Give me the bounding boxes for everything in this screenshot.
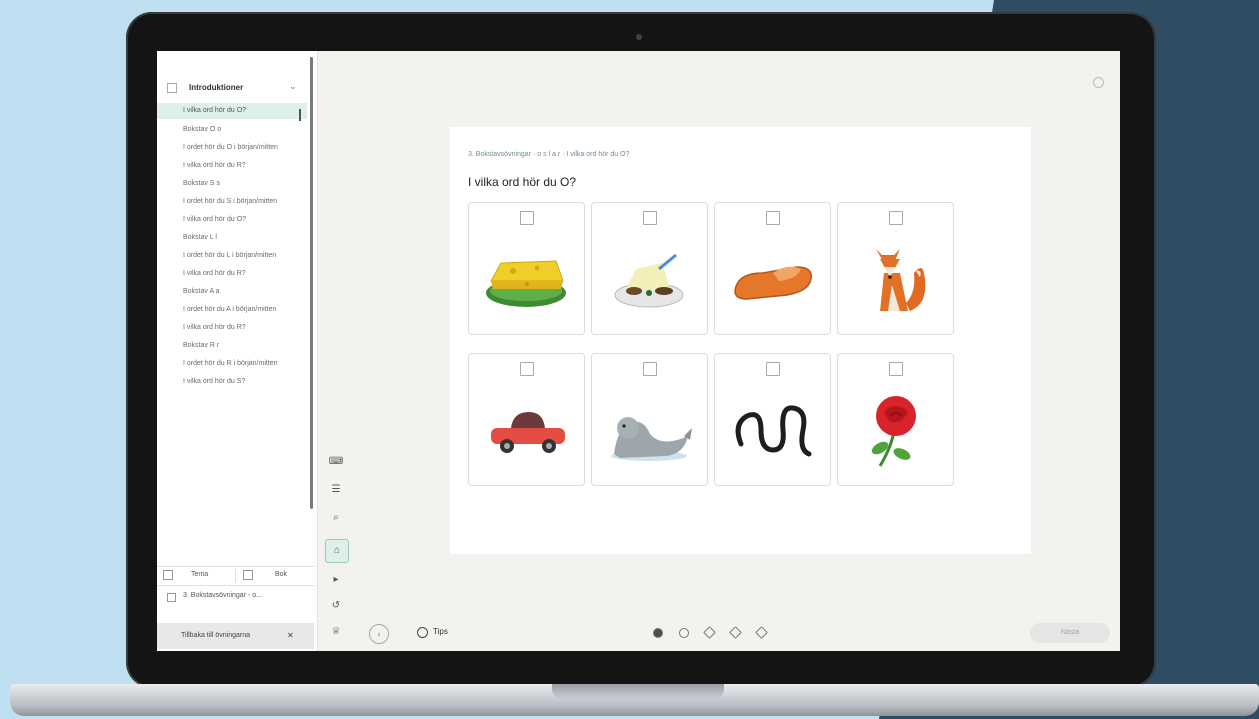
- sidebar-item[interactable]: I ordet hör du O i början/mitten: [157, 141, 307, 155]
- answer-checkbox[interactable]: [643, 211, 657, 225]
- chevron-down-icon: ⌄: [289, 81, 297, 91]
- seal-icon: [611, 417, 692, 461]
- answer-checkbox[interactable]: [766, 362, 780, 376]
- sidebar-item[interactable]: I ordet hör du A i början/mitten: [157, 303, 307, 317]
- sidebar-item[interactable]: I vilka ord hör du R?: [157, 159, 307, 173]
- menu-square-icon: [167, 83, 177, 93]
- answer-checkbox[interactable]: [643, 362, 657, 376]
- snake-icon: [735, 405, 812, 457]
- laptop-base-notch: [552, 684, 724, 699]
- sidebar-header[interactable]: Introduktioner ⌄: [157, 81, 307, 95]
- progress-step[interactable]: [703, 626, 716, 639]
- progress-step[interactable]: [653, 628, 663, 638]
- answer-checkbox[interactable]: [766, 211, 780, 225]
- sidebar-item[interactable]: I vilka ord hör du S?: [157, 375, 307, 389]
- sidebar-item[interactable]: I vilka ord hör du O?: [157, 213, 307, 227]
- tips-button[interactable]: Tips: [433, 627, 448, 636]
- answer-tile[interactable]: [837, 353, 954, 486]
- progress-step[interactable]: [679, 628, 689, 638]
- sidebar-item[interactable]: Bokstav A a: [157, 285, 307, 299]
- answer-tile[interactable]: [591, 353, 708, 486]
- answer-checkbox[interactable]: [520, 362, 534, 376]
- app-screen: Introduktioner ⌄ I vilka ord hör du O? B…: [157, 51, 1120, 651]
- answer-tile[interactable]: [468, 353, 585, 486]
- sidebar-item[interactable]: Bokstav S s: [157, 177, 307, 191]
- undo-icon[interactable]: ↺: [325, 595, 347, 617]
- sidebar-tabs: Tema Bok: [157, 566, 315, 586]
- sidebar-item[interactable]: I ordet hör du R i början/mitten: [157, 357, 307, 371]
- sidebar-item[interactable]: Bokstav R r: [157, 339, 307, 353]
- folder-icon: [167, 593, 176, 602]
- progress-step[interactable]: [729, 626, 742, 639]
- sidebar-item[interactable]: I vilka ord hör du R?: [157, 267, 307, 281]
- sidebar-breadcrumb-label: 3. Bokstavsövningar - o...: [183, 592, 262, 599]
- answer-tile[interactable]: [714, 353, 831, 486]
- back-to-exercises-label: Tillbaka till övningarna: [181, 632, 250, 639]
- sidebar-item[interactable]: I ordet hör du L i början/mitten: [157, 249, 307, 263]
- trophy-icon[interactable]: ♕: [325, 621, 347, 643]
- sidebar-item[interactable]: I ordet hör du S i början/mitten: [157, 195, 307, 209]
- tab-divider: [235, 569, 236, 582]
- keyboard-icon[interactable]: ⌨: [325, 451, 347, 473]
- close-icon: ✕: [287, 631, 294, 640]
- sidebar-item[interactable]: I vilka ord hör du R?: [157, 321, 307, 335]
- rose-icon: [871, 396, 916, 467]
- cheese-icon: [486, 260, 566, 307]
- book-icon: [163, 570, 173, 580]
- tab-bok[interactable]: Bok: [275, 571, 287, 578]
- lightbulb-icon: [417, 627, 428, 638]
- answer-tile[interactable]: [591, 202, 708, 335]
- answer-tile[interactable]: [468, 202, 585, 335]
- answer-checkbox[interactable]: [889, 211, 903, 225]
- exercise-card: 3. Bokstavsövningar · o s l a r · I vilk…: [450, 127, 1031, 554]
- answer-tile[interactable]: [837, 202, 954, 335]
- back-to-exercises-button[interactable]: Tillbaka till övningarna ✕: [157, 623, 314, 649]
- fox-icon: [876, 249, 926, 311]
- car-icon: [491, 412, 565, 453]
- next-button[interactable]: Nästa: [1030, 623, 1110, 643]
- porridge-icon: [614, 253, 684, 308]
- bottom-bar: ‹ Tips Nästa: [357, 617, 1120, 651]
- answer-checkbox[interactable]: [889, 362, 903, 376]
- sidebar-item[interactable]: Bokstav L l: [157, 231, 307, 245]
- grid-icon: [243, 570, 253, 580]
- back-arrow-icon[interactable]: ‹: [369, 624, 389, 644]
- sidebar-list: I vilka ord hör du O? Bokstav O o I orde…: [157, 103, 307, 393]
- sidebar-item[interactable]: Bokstav O o: [157, 123, 307, 137]
- slipper-icon: [734, 266, 812, 300]
- sidebar: Introduktioner ⌄ I vilka ord hör du O? B…: [157, 51, 318, 651]
- tab-tema[interactable]: Tema: [191, 571, 208, 578]
- settings-icon[interactable]: [1093, 77, 1104, 88]
- answer-checkbox[interactable]: [520, 211, 534, 225]
- list-icon[interactable]: ☰: [325, 479, 347, 501]
- sidebar-scrollbar[interactable]: [310, 57, 313, 509]
- progress-step[interactable]: [755, 626, 768, 639]
- sidebar-item[interactable]: I vilka ord hör du O?: [157, 103, 307, 121]
- home-icon[interactable]: ⌂: [325, 539, 349, 563]
- play-icon[interactable]: ▸: [325, 569, 347, 591]
- question-title: I vilka ord hör du O?: [468, 175, 577, 189]
- webcam: [636, 34, 642, 40]
- answer-tile[interactable]: [714, 202, 831, 335]
- sidebar-header-label: Introduktioner: [189, 83, 244, 92]
- breadcrumb[interactable]: 3. Bokstavsövningar · o s l a r · I vilk…: [468, 151, 629, 158]
- search-icon[interactable]: ⌕: [325, 507, 347, 529]
